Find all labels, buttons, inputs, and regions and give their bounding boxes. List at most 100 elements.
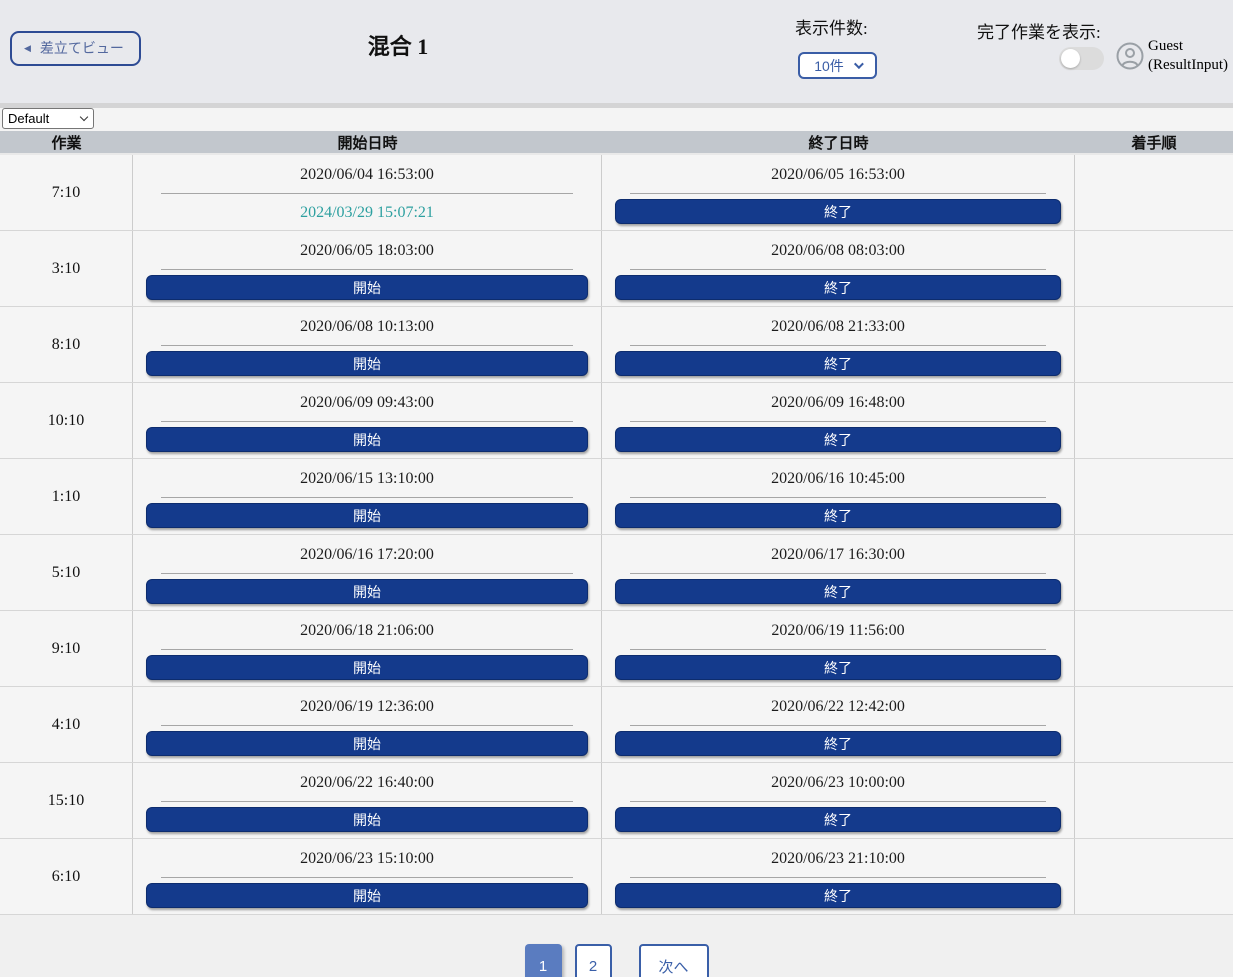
display-count-group: 表示件数: 10件 — [795, 14, 877, 79]
pagination: 1 2 次へ — [0, 915, 1233, 977]
end-datetime: 2020/06/23 21:10:00 — [602, 850, 1074, 868]
table-body: 7:10 2020/06/04 16:53:00 2024/03/29 15:0… — [0, 155, 1233, 915]
task-cell: 10:10 — [0, 383, 133, 458]
column-header-end: 終了日時 — [602, 131, 1075, 153]
start-button[interactable]: 開始 — [146, 807, 588, 832]
table-row: 15:10 2020/06/22 16:40:00 開始 2020/06/23 … — [0, 763, 1233, 839]
start-datetime: 2020/06/23 15:10:00 — [133, 850, 601, 868]
end-button[interactable]: 終了 — [615, 731, 1061, 756]
start-button[interactable]: 開始 — [146, 275, 588, 300]
order-cell — [1075, 231, 1233, 306]
end-cell: 2020/06/08 08:03:00 終了 — [602, 231, 1075, 306]
task-cell: 3:10 — [0, 231, 133, 306]
table-row: 3:10 2020/06/05 18:03:00 開始 2020/06/08 0… — [0, 231, 1233, 307]
start-datetime: 2020/06/19 12:36:00 — [133, 698, 601, 716]
end-button[interactable]: 終了 — [615, 807, 1061, 832]
start-cell: 2020/06/23 15:10:00 開始 — [133, 839, 602, 914]
order-cell — [1075, 535, 1233, 610]
start-datetime: 2020/06/05 18:03:00 — [133, 242, 601, 260]
start-underline — [161, 725, 573, 726]
end-datetime: 2020/06/23 10:00:00 — [602, 774, 1074, 792]
order-cell — [1075, 839, 1233, 914]
start-datetime: 2020/06/15 13:10:00 — [133, 470, 601, 488]
start-cell: 2020/06/19 12:36:00 開始 — [133, 687, 602, 762]
table-row: 9:10 2020/06/18 21:06:00 開始 2020/06/19 1… — [0, 611, 1233, 687]
order-cell — [1075, 763, 1233, 838]
end-button[interactable]: 終了 — [615, 503, 1061, 528]
table-row: 1:10 2020/06/15 13:10:00 開始 2020/06/16 1… — [0, 459, 1233, 535]
end-underline — [630, 497, 1045, 498]
view-select[interactable]: Default — [2, 108, 94, 129]
start-underline — [161, 421, 573, 422]
task-cell: 9:10 — [0, 611, 133, 686]
end-underline — [630, 877, 1045, 878]
end-datetime: 2020/06/08 21:33:00 — [602, 318, 1074, 336]
start-button[interactable]: 開始 — [146, 883, 588, 908]
page-button-1[interactable]: 1 — [525, 944, 562, 977]
order-cell — [1075, 155, 1233, 230]
start-underline — [161, 573, 573, 574]
start-cell: 2020/06/15 13:10:00 開始 — [133, 459, 602, 534]
page-title: 混合 1 — [368, 29, 429, 61]
table-row: 8:10 2020/06/08 10:13:00 開始 2020/06/08 2… — [0, 307, 1233, 383]
start-cell: 2020/06/05 18:03:00 開始 — [133, 231, 602, 306]
column-header-start: 開始日時 — [133, 131, 602, 153]
start-button[interactable]: 開始 — [146, 731, 588, 756]
start-button[interactable]: 開始 — [146, 503, 588, 528]
end-underline — [630, 269, 1045, 270]
start-cell: 2020/06/18 21:06:00 開始 — [133, 611, 602, 686]
start-datetime: 2020/06/16 17:20:00 — [133, 546, 601, 564]
start-button[interactable]: 開始 — [146, 579, 588, 604]
order-cell — [1075, 459, 1233, 534]
column-header-task: 作業 — [0, 131, 133, 153]
start-cell: 2020/06/08 10:13:00 開始 — [133, 307, 602, 382]
dispatch-view-back-button[interactable]: ◀ 差立てビュー — [10, 31, 141, 66]
end-datetime: 2020/06/05 16:53:00 — [602, 166, 1074, 184]
start-button[interactable]: 開始 — [146, 351, 588, 376]
page-button-2[interactable]: 2 — [575, 944, 612, 977]
user-name: Guest — [1148, 37, 1228, 56]
order-cell — [1075, 611, 1233, 686]
start-button[interactable]: 開始 — [146, 427, 588, 452]
end-underline — [630, 801, 1045, 802]
show-completed-toggle[interactable] — [1059, 47, 1104, 70]
display-count-label: 表示件数: — [795, 14, 877, 39]
user-avatar-icon[interactable] — [1116, 42, 1144, 70]
start-cell: 2020/06/22 16:40:00 開始 — [133, 763, 602, 838]
end-button[interactable]: 終了 — [615, 579, 1061, 604]
end-cell: 2020/06/09 16:48:00 終了 — [602, 383, 1075, 458]
user-info: Guest (ResultInput) — [1148, 37, 1228, 75]
end-underline — [630, 421, 1045, 422]
next-page-button[interactable]: 次へ — [639, 944, 709, 977]
end-datetime: 2020/06/09 16:48:00 — [602, 394, 1074, 412]
start-underline — [161, 649, 573, 650]
start-cell: 2020/06/09 09:43:00 開始 — [133, 383, 602, 458]
start-underline — [161, 877, 573, 878]
end-button[interactable]: 終了 — [615, 883, 1061, 908]
start-button[interactable]: 開始 — [146, 655, 588, 680]
start-cell: 2020/06/04 16:53:00 2024/03/29 15:07:21 — [133, 155, 602, 230]
task-cell: 5:10 — [0, 535, 133, 610]
start-datetime: 2020/06/04 16:53:00 — [133, 166, 601, 184]
end-cell: 2020/06/23 10:00:00 終了 — [602, 763, 1075, 838]
end-cell: 2020/06/08 21:33:00 終了 — [602, 307, 1075, 382]
start-underline — [161, 193, 573, 194]
end-datetime: 2020/06/19 11:56:00 — [602, 622, 1074, 640]
end-button[interactable]: 終了 — [615, 655, 1061, 680]
start-cell: 2020/06/16 17:20:00 開始 — [133, 535, 602, 610]
end-underline — [630, 193, 1045, 194]
end-button[interactable]: 終了 — [615, 275, 1061, 300]
end-underline — [630, 649, 1045, 650]
display-count-select[interactable]: 10件 — [798, 52, 877, 79]
view-select-wrap: Default — [2, 108, 94, 129]
end-underline — [630, 725, 1045, 726]
end-button[interactable]: 終了 — [615, 199, 1061, 224]
end-button[interactable]: 終了 — [615, 427, 1061, 452]
table-row: 7:10 2020/06/04 16:53:00 2024/03/29 15:0… — [0, 155, 1233, 231]
start-actual-timestamp: 2024/03/29 15:07:21 — [133, 204, 601, 222]
end-datetime: 2020/06/08 08:03:00 — [602, 242, 1074, 260]
end-button[interactable]: 終了 — [615, 351, 1061, 376]
start-datetime: 2020/06/09 09:43:00 — [133, 394, 601, 412]
back-arrow-icon: ◀ — [24, 44, 31, 53]
table-row: 4:10 2020/06/19 12:36:00 開始 2020/06/22 1… — [0, 687, 1233, 763]
